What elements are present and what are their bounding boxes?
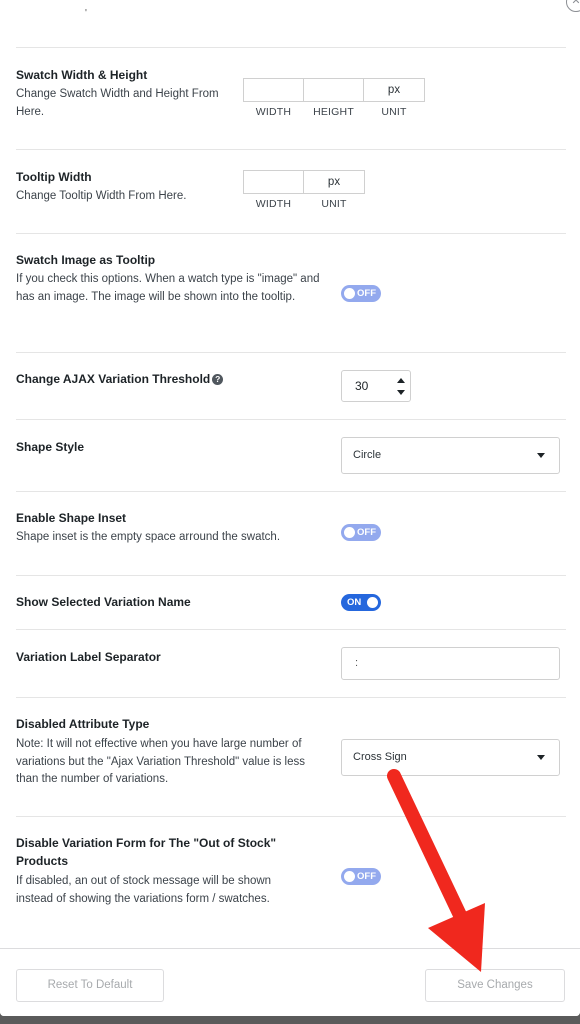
toggle-knob	[344, 527, 355, 538]
swatch-width-input[interactable]	[243, 78, 304, 102]
toggle-knob	[344, 871, 355, 882]
setting-swatch-size: Swatch Width & Height Change Swatch Widt…	[16, 47, 566, 149]
selected-variation-name-toggle[interactable]: ON	[341, 594, 381, 611]
bottom-edge	[0, 1016, 580, 1024]
setting-selected-variation-name: Show Selected Variation Name ON	[16, 575, 566, 629]
width-caption: WIDTH	[255, 106, 292, 118]
label-separator-input[interactable]: :	[341, 647, 560, 680]
setting-tooltip-width: Tooltip Width Change Tooltip Width From …	[16, 149, 566, 233]
setting-title: Change AJAX Variation Threshold?	[16, 370, 224, 388]
unit-caption: UNIT	[321, 198, 347, 210]
stepper-up-icon[interactable]	[397, 378, 405, 383]
setting-shape-style: Shape Style Circle	[16, 419, 566, 491]
reset-to-default-button[interactable]: Reset To Default	[16, 969, 164, 1002]
toggle-label: OFF	[357, 288, 376, 299]
height-caption: HEIGHT	[313, 106, 354, 118]
chevron-down-icon	[537, 755, 545, 760]
close-icon[interactable]: ✕	[566, 0, 580, 12]
modal-footer: Reset To Default Save Changes	[0, 948, 580, 1016]
swatch-height-input[interactable]	[303, 78, 364, 102]
swatch-unit-input[interactable]: px	[363, 78, 425, 102]
shape-inset-toggle[interactable]: OFF	[341, 524, 381, 541]
stepper-value: 30	[355, 379, 369, 393]
setting-title: Tooltip Width	[16, 170, 92, 184]
setting-shape-inset: Enable Shape Inset Shape inset is the em…	[16, 491, 566, 575]
select-value: Cross Sign	[353, 751, 407, 763]
setting-description: Change Swatch Width and Height From Here…	[16, 88, 219, 118]
toggle-knob	[367, 597, 378, 608]
setting-title: Disable Variation Form for The "Out of S…	[16, 836, 277, 868]
setting-description: Shape inset is the empty space arround t…	[16, 531, 281, 543]
width-caption: WIDTH	[255, 198, 292, 210]
setting-description: If you check this options. When a watch …	[16, 273, 320, 303]
setting-title: Disabled Attribute Type	[16, 717, 150, 731]
ajax-threshold-stepper[interactable]: 30	[341, 370, 411, 402]
image-tooltip-toggle[interactable]: OFF	[341, 285, 381, 302]
setting-title: Variation Label Separator	[16, 650, 161, 664]
help-circle-icon[interactable]: ?	[212, 374, 224, 385]
setting-title: Show Selected Variation Name	[16, 595, 191, 609]
setting-description: Change Tooltip Width From Here.	[16, 190, 187, 202]
truncated-text: '	[85, 8, 87, 19]
toggle-label: OFF	[357, 871, 376, 882]
unit-caption: UNIT	[381, 106, 407, 118]
setting-title: Enable Shape Inset	[16, 511, 127, 525]
setting-image-tooltip: Swatch Image as Tooltip If you check thi…	[16, 233, 566, 352]
select-value: Circle	[353, 449, 382, 461]
shape-style-select[interactable]: Circle	[341, 437, 560, 474]
tooltip-unit-input[interactable]: px	[303, 170, 365, 194]
disable-form-oos-toggle[interactable]: OFF	[341, 868, 381, 885]
setting-label-separator: Variation Label Separator :	[16, 629, 566, 697]
input-value: :	[355, 657, 359, 669]
setting-title: Swatch Width & Height	[16, 68, 148, 82]
toggle-label: ON	[347, 597, 362, 608]
setting-title-text: Change AJAX Variation Threshold	[16, 372, 211, 386]
setting-title: Shape Style	[16, 440, 85, 454]
save-changes-button[interactable]: Save Changes	[425, 969, 565, 1002]
toggle-knob	[344, 288, 355, 299]
setting-disabled-attribute: Disabled Attribute Type Note: It will no…	[16, 697, 566, 816]
toggle-label: OFF	[357, 527, 376, 538]
settings-modal: ✕ ' Swatch Width & Height Change Swatch …	[0, 0, 580, 1016]
setting-disable-form-oos: Disable Variation Form for The "Out of S…	[16, 816, 566, 948]
setting-ajax-threshold: Change AJAX Variation Threshold? 30	[16, 352, 566, 419]
setting-description: If disabled, an out of stock message wil…	[16, 875, 272, 905]
disabled-attribute-select[interactable]: Cross Sign	[341, 739, 560, 776]
setting-description: Note: It will not effective when you hav…	[16, 738, 305, 785]
chevron-down-icon	[537, 453, 545, 458]
tooltip-width-input[interactable]	[243, 170, 304, 194]
stepper-down-icon[interactable]	[397, 390, 405, 395]
setting-title: Swatch Image as Tooltip	[16, 253, 156, 267]
